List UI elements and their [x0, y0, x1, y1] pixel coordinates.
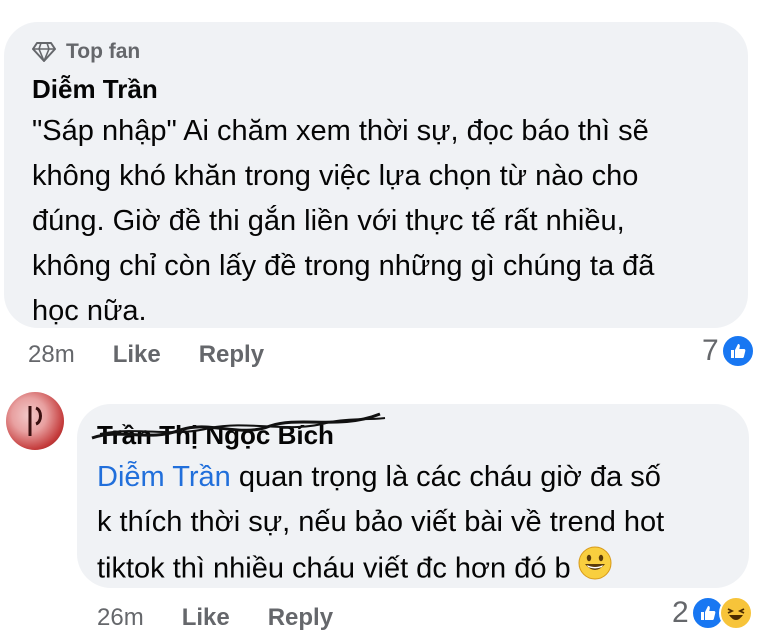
mention-link[interactable]: Diễm Trần: [97, 461, 231, 493]
comment-text: "Sáp nhập" Ai chăm xem thời sự, đọc báo …: [32, 115, 655, 327]
reply-button[interactable]: Reply: [268, 604, 333, 632]
like-button[interactable]: Like: [113, 341, 161, 369]
thumbs-up-icon: [720, 334, 755, 368]
avatar[interactable]: [6, 392, 64, 450]
comment-time[interactable]: 28m: [28, 341, 75, 369]
reply-time[interactable]: 26m: [97, 604, 144, 632]
laughing-face-icon: [718, 596, 753, 630]
reply-text: Diễm Trần quan trọng là các cháu giờ đa …: [97, 455, 737, 595]
reaction-summary[interactable]: 7: [702, 334, 755, 368]
grinning-face-icon: [577, 545, 613, 595]
comment-actions: 28m Like Reply: [28, 341, 302, 369]
diamond-icon: [32, 42, 56, 62]
comment-author[interactable]: Diễm Trần: [32, 74, 158, 105]
badge-label: Top fan: [66, 40, 141, 63]
redaction-scribble: [91, 412, 386, 440]
reaction-count: 7: [702, 334, 719, 367]
reply-actions: 26m Like Reply: [97, 604, 371, 632]
like-button[interactable]: Like: [182, 604, 230, 632]
reply-button[interactable]: Reply: [199, 341, 264, 369]
reaction-summary[interactable]: 2: [672, 596, 753, 630]
top-fan-badge: Top fan: [32, 40, 140, 64]
reaction-count: 2: [672, 596, 689, 629]
